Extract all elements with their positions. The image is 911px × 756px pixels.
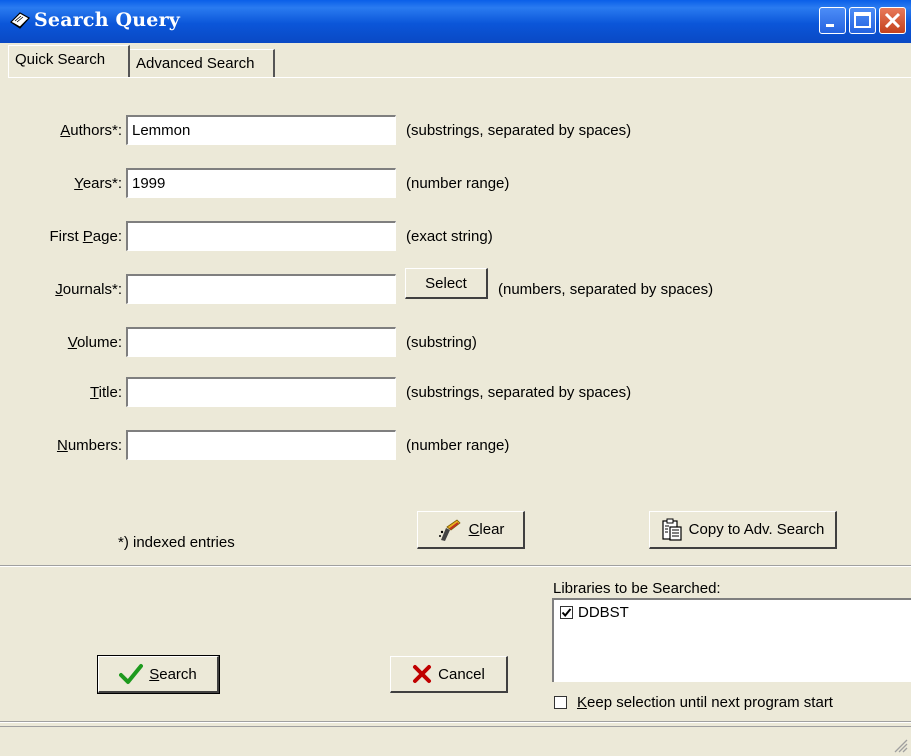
keep-selection-option[interactable]: Keep selection until next program start — [554, 694, 833, 711]
select-label: Select — [425, 274, 467, 292]
title-bar[interactable]: Search Query — [0, 0, 911, 43]
tab-divider — [8, 77, 911, 78]
numbers-field[interactable] — [126, 430, 396, 460]
minimize-icon — [826, 24, 834, 27]
library-item-ddbst[interactable]: DDBST — [560, 604, 629, 621]
copy-to-adv-search-button[interactable]: Copy to Adv. Search — [649, 511, 837, 549]
years-label: Years*: — [74, 175, 122, 192]
libraries-listbox[interactable]: DDBST — [552, 598, 911, 682]
volume-field[interactable] — [126, 327, 396, 357]
keep-selection-label: Keep selection until next program start — [577, 694, 833, 711]
eraser-icon — [438, 518, 461, 541]
checkmark-icon — [119, 664, 144, 684]
first-page-hint: (exact string) — [406, 228, 493, 245]
search-button[interactable]: Search — [97, 655, 220, 694]
minimize-button[interactable] — [819, 7, 846, 34]
title-field[interactable] — [126, 377, 396, 407]
clear-button[interactable]: Clear — [417, 511, 525, 549]
ddbst-checkbox[interactable] — [560, 606, 573, 619]
volume-hint: (substring) — [406, 334, 477, 351]
resize-grip-icon[interactable] — [892, 737, 908, 753]
close-icon — [884, 12, 901, 29]
libraries-label: Libraries to be Searched: — [553, 580, 721, 597]
tab-advanced-search[interactable]: Advanced Search — [130, 49, 275, 77]
clear-label: Clear — [468, 521, 505, 538]
copy-label: Copy to Adv. Search — [688, 521, 825, 538]
library-name: DDBST — [578, 604, 629, 621]
cancel-label: Cancel — [438, 665, 485, 683]
book-icon — [10, 12, 30, 29]
window-title: Search Query — [34, 9, 181, 31]
maximize-icon — [854, 12, 871, 28]
clipboard-icon — [662, 518, 682, 541]
authors-field[interactable] — [126, 115, 396, 145]
numbers-label: Numbers: — [56, 437, 122, 454]
status-bar — [0, 726, 911, 756]
indexed-note: *) indexed entries — [118, 534, 235, 551]
search-query-window: Search Query Quick Search Advanced Searc… — [0, 0, 911, 755]
years-field[interactable] — [126, 168, 396, 198]
search-label: Search — [149, 665, 197, 683]
authors-hint: (substrings, separated by spaces) — [406, 122, 632, 139]
keep-selection-checkbox[interactable] — [554, 696, 567, 709]
tab-quick-search[interactable]: Quick Search — [8, 45, 130, 77]
select-journals-button[interactable]: Select — [405, 268, 488, 299]
cancel-x-icon — [413, 665, 432, 683]
first-page-field[interactable] — [126, 221, 396, 251]
first-page-label: First Page: — [49, 228, 122, 245]
title-hint: (substrings, separated by spaces) — [406, 384, 632, 401]
close-button[interactable] — [879, 7, 906, 34]
journals-hint: (numbers, separated by spaces) — [498, 281, 714, 298]
status-divider — [0, 721, 911, 723]
check-icon — [561, 608, 572, 618]
journals-field[interactable] — [126, 274, 396, 304]
authors-label: Authors*: — [60, 122, 122, 139]
volume-label: Volume: — [67, 334, 122, 351]
journals-label: Journals*: — [55, 281, 122, 298]
maximize-button[interactable] — [849, 7, 876, 34]
title-label: Title: — [90, 384, 122, 401]
years-hint: (number range) — [406, 175, 510, 192]
cancel-button[interactable]: Cancel — [390, 656, 508, 693]
tab-strip: Quick Search Advanced Search — [0, 43, 911, 97]
section-divider — [0, 565, 911, 567]
numbers-hint: (number range) — [406, 437, 510, 454]
